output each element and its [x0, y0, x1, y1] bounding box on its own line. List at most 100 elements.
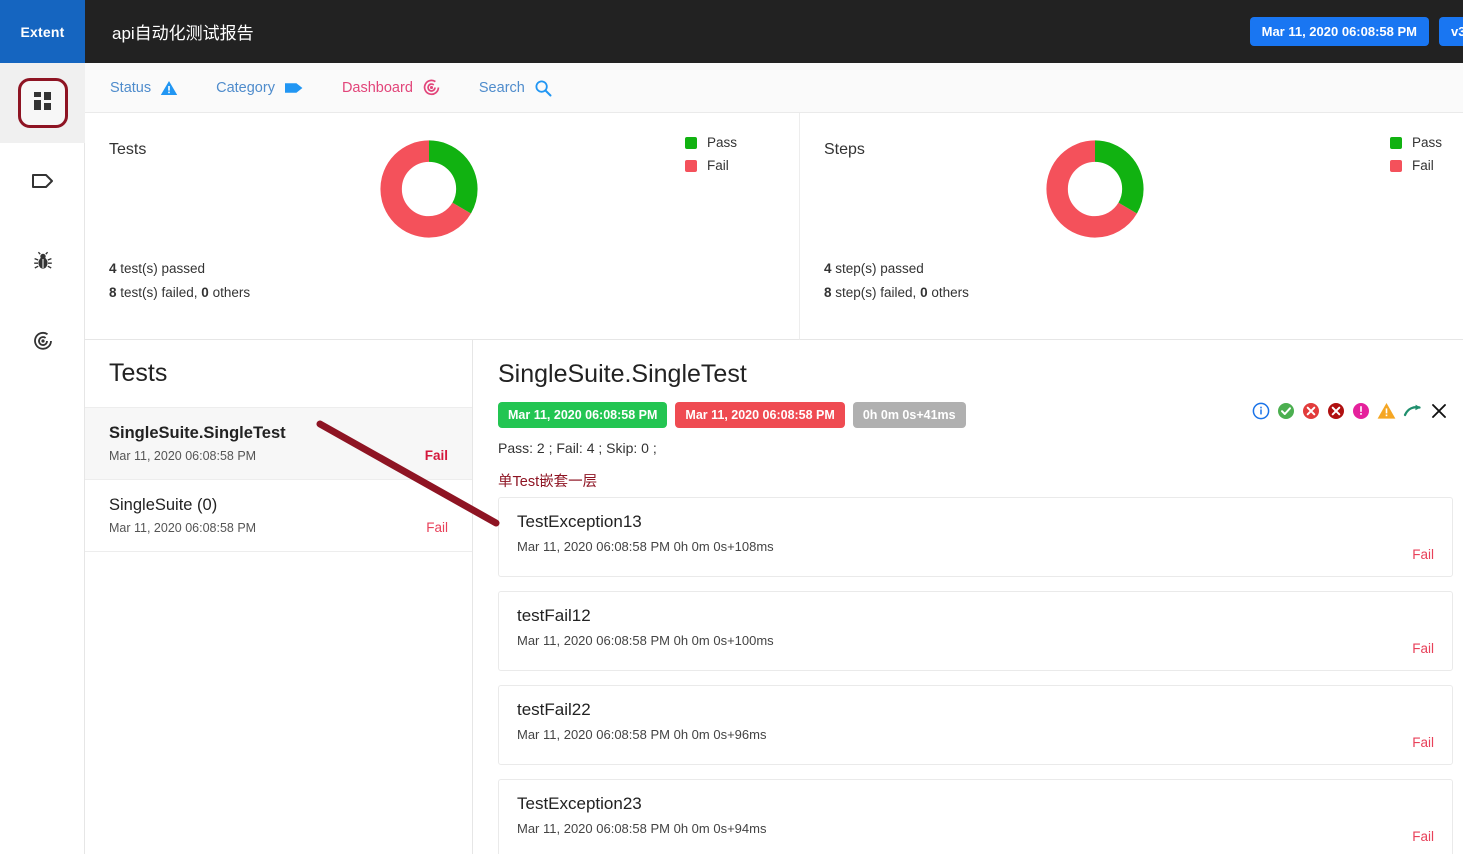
test-list-item-name: SingleSuite (0) [109, 496, 218, 514]
nav-item-category-label: Category [216, 79, 275, 96]
test-list-item-status: Fail [424, 448, 448, 463]
top-bar-right: Mar 11, 2020 06:08:58 PM v3 [1249, 17, 1463, 46]
close-icon[interactable] [1430, 402, 1448, 420]
legend-item-fail: Fail [685, 158, 737, 173]
steps-failed-count: 8 [824, 285, 832, 300]
step-duration: 0h 0m 0s+108ms [673, 539, 774, 554]
legend-swatch-pass [685, 136, 697, 149]
target-icon [32, 330, 54, 357]
step-card[interactable]: TestException23 Mar 11, 2020 06:08:58 PM… [498, 779, 1453, 854]
tests-donut-chart [379, 139, 479, 244]
tests-failed-line: 8 test(s) failed, 0 others [109, 281, 250, 305]
test-list-item-date: Mar 11, 2020 06:08:58 PM [109, 449, 257, 463]
rail-button-dashboard-alt[interactable] [18, 318, 68, 368]
tests-passed-text: test(s) passed [116, 261, 206, 276]
bug-icon [33, 251, 53, 276]
warning-triangle-icon [160, 80, 178, 96]
step-name: testFail12 [517, 606, 591, 625]
tests-others-text: others [208, 285, 251, 300]
rail-item-dashboard[interactable] [0, 63, 85, 143]
rail-item-exceptions[interactable] [0, 223, 85, 303]
nav-item-status-label: Status [110, 79, 152, 96]
tests-chart-legend: Pass Fail [685, 135, 737, 181]
rail-button-dashboard[interactable] [17, 78, 68, 128]
tests-passed-line: 4 test(s) passed [109, 257, 250, 281]
step-section-label: 单Test嵌套一层 [498, 474, 598, 490]
step-name: TestException13 [517, 512, 642, 531]
steps-chart-card: Steps Pass Fail 4 step(s) passed 8 step(… [800, 113, 1463, 340]
step-name: testFail22 [517, 700, 591, 719]
step-status: Fail [1412, 641, 1434, 656]
nav-item-category[interactable]: Category [216, 80, 304, 96]
step-meta: Mar 11, 2020 06:08:58 PM 0h 0m 0s+108ms [517, 539, 1434, 554]
step-date: Mar 11, 2020 06:08:58 PM [517, 821, 670, 836]
nav-item-search[interactable]: Search [479, 79, 552, 97]
extent-report-page: Extent api自动化测试报告 Mar 11, 2020 06:08:58 … [0, 0, 1463, 854]
nav-item-search-label: Search [478, 79, 525, 96]
steps-passed-text: step(s) passed [831, 261, 924, 276]
legend-label-fail: Fail [707, 158, 729, 173]
step-duration: 0h 0m 0s+96ms [673, 727, 767, 742]
target-icon [422, 78, 441, 97]
skip-arrow-icon[interactable] [1403, 402, 1423, 420]
secondary-nav-bar: Status Category Dashboard Search [85, 63, 1463, 113]
search-icon [534, 79, 552, 97]
info-icon[interactable] [1252, 402, 1270, 420]
step-duration: 0h 0m 0s+100ms [673, 633, 774, 648]
duration-pill: 0h 0m 0s+41ms [852, 402, 966, 428]
test-list-item-singlesuite[interactable]: SingleSuite (0) Mar 11, 2020 06:08:58 PM… [85, 480, 472, 552]
rail-item-categories[interactable] [0, 143, 85, 223]
report-timestamp-badge[interactable]: Mar 11, 2020 06:08:58 PM [1249, 17, 1429, 46]
version-badge[interactable]: v3 [1439, 17, 1463, 46]
step-status: Fail [1412, 829, 1434, 844]
test-list-item-singlesuite-singletest[interactable]: SingleSuite.SingleTest Mar 11, 2020 06:0… [85, 408, 472, 480]
step-date: Mar 11, 2020 06:08:58 PM [517, 727, 670, 742]
test-detail-header: SingleSuite.SingleTest Mar 11, 2020 06:0… [474, 340, 1463, 456]
tests-failed-count: 8 [109, 285, 117, 300]
tests-failed-text: test(s) failed, [116, 285, 202, 300]
tests-others-count: 0 [201, 285, 209, 300]
tag-icon [31, 172, 55, 195]
steps-others-text: others [927, 285, 969, 300]
step-card[interactable]: testFail12 Mar 11, 2020 06:08:58 PM 0h 0… [498, 591, 1453, 671]
fail-circle-icon[interactable] [1302, 402, 1320, 420]
brand-logo[interactable]: Extent [0, 0, 85, 63]
test-detail-title: SingleSuite.SingleTest [498, 360, 747, 388]
legend-item-pass: Pass [685, 135, 737, 150]
error-circle-icon[interactable] [1327, 402, 1345, 420]
nav-item-dashboard[interactable]: Dashboard [342, 78, 441, 97]
warning-triangle-icon[interactable] [1377, 402, 1396, 420]
step-card[interactable]: TestException13 Mar 11, 2020 06:08:58 PM… [498, 497, 1453, 577]
steps-passed-line: 4 step(s) passed [824, 257, 969, 281]
page-title: api自动化测试报告 [112, 24, 254, 43]
test-detail-counts: Pass: 2 ; Fail: 4 ; Skip: 0 ; [498, 440, 657, 456]
rail-button-exceptions[interactable] [18, 238, 68, 288]
summary-charts: Tests Pass Fail 4 test(s) passed 8 test(… [85, 113, 1463, 340]
start-time-pill: Mar 11, 2020 06:08:58 PM [498, 402, 668, 428]
step-card[interactable]: testFail22 Mar 11, 2020 06:08:58 PM 0h 0… [498, 685, 1453, 765]
step-status: Fail [1412, 547, 1434, 562]
left-icon-rail: Extent [0, 0, 85, 854]
tag-icon [284, 80, 304, 96]
test-list-item-name: SingleSuite.SingleTest [109, 424, 286, 442]
legend-item-fail: Fail [1390, 158, 1442, 173]
nav-item-status[interactable]: Status [110, 80, 178, 96]
legend-label-pass: Pass [707, 135, 738, 150]
step-cards-list: TestException13 Mar 11, 2020 06:08:58 PM… [474, 497, 1463, 854]
tests-list-heading: Tests [109, 359, 168, 387]
nav-item-dashboard-label: Dashboard [341, 79, 413, 96]
test-list-item-date: Mar 11, 2020 06:08:58 PM [109, 521, 257, 535]
warning-circle-icon[interactable] [1352, 402, 1370, 420]
tests-chart-card: Tests Pass Fail 4 test(s) passed 8 test(… [85, 113, 800, 340]
legend-label-pass: Pass [1412, 135, 1443, 150]
rail-button-categories[interactable] [18, 158, 68, 208]
step-meta: Mar 11, 2020 06:08:58 PM 0h 0m 0s+94ms [517, 821, 1434, 836]
steps-donut-chart [1045, 139, 1145, 244]
tests-list-panel: Tests SingleSuite.SingleTest Mar 11, 202… [85, 340, 473, 854]
brand-logo-text: Extent [20, 23, 65, 40]
step-date: Mar 11, 2020 06:08:58 PM [517, 539, 670, 554]
steps-passed-count: 4 [824, 261, 832, 276]
check-circle-icon[interactable] [1277, 402, 1295, 420]
step-meta: Mar 11, 2020 06:08:58 PM 0h 0m 0s+96ms [517, 727, 1434, 742]
rail-item-dashboard-alt[interactable] [0, 303, 85, 383]
